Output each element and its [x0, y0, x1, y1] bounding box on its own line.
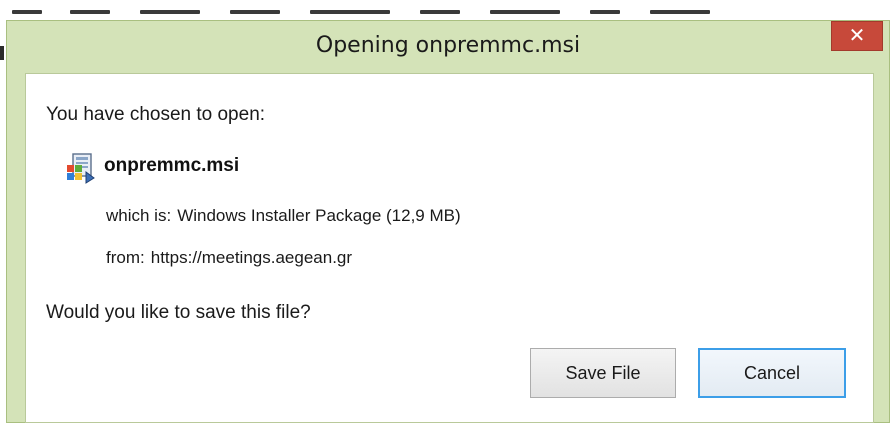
save-file-button[interactable]: Save File	[530, 348, 676, 398]
screen: Opening onpremmc.msi ✕ You have chosen t…	[0, 0, 890, 423]
file-type-row: which is: Windows Installer Package (12,9…	[106, 206, 461, 226]
file-source-value: https://meetings.aegean.gr	[150, 248, 353, 267]
file-download-dialog: Opening onpremmc.msi ✕ You have chosen t…	[6, 20, 890, 423]
save-question: Would you like to save this file?	[46, 302, 311, 323]
file-source-row: from: https://meetings.aegean.gr	[106, 248, 352, 268]
close-button[interactable]: ✕	[831, 21, 883, 51]
dialog-titlebar[interactable]: Opening onpremmc.msi ✕	[7, 21, 889, 73]
windows-installer-icon	[67, 153, 95, 184]
close-icon: ✕	[848, 25, 866, 47]
dialog-title: Opening onpremmc.msi	[315, 33, 581, 58]
cancel-button[interactable]: Cancel	[698, 348, 846, 398]
which-is-label: which is:	[106, 206, 172, 225]
file-name: onpremmc.msi	[104, 155, 240, 176]
intro-text: You have chosen to open:	[46, 104, 266, 125]
dialog-content: You have chosen to open: onpremmc.msi wh…	[25, 73, 874, 423]
file-type-value: Windows Installer Package (12,9 MB)	[177, 206, 461, 225]
from-label: from:	[106, 248, 145, 267]
background-text-cutoff	[0, 0, 890, 22]
